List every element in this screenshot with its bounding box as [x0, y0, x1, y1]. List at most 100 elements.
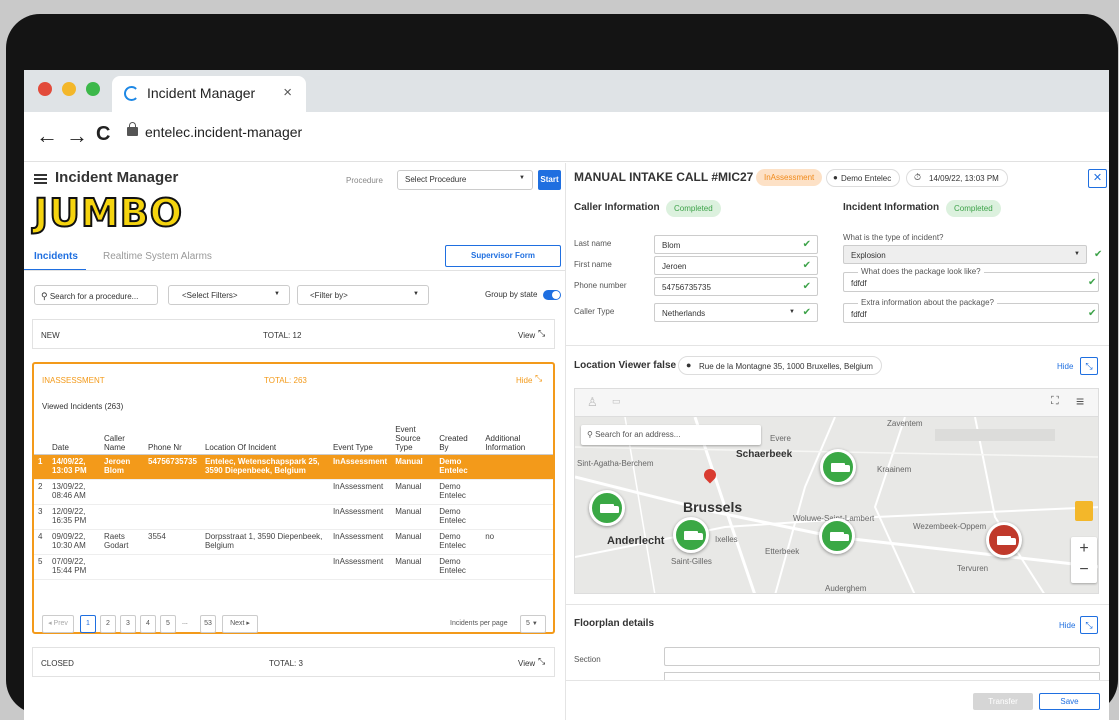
package-field[interactable]: What does the package look like? fdfdf — [843, 267, 1099, 292]
page-button[interactable]: 3 — [120, 615, 136, 633]
procedure-select[interactable]: Select Procedure ▼ — [397, 170, 533, 190]
table-row[interactable]: 1 14/09/22, 13:03 PM Jeroen Blom 5475673573… — [34, 454, 553, 480]
collapse-icon[interactable]: ⤡ — [1080, 616, 1098, 634]
call-title: MANUAL INTAKE CALL #MIC27 — [574, 170, 754, 184]
per-page-select[interactable]: 5 ▼ — [520, 615, 546, 633]
table-cell — [481, 479, 553, 505]
section-closed-view[interactable]: View — [518, 659, 535, 668]
ambulance-marker-icon[interactable] — [589, 490, 625, 526]
section-inassessment-hide[interactable]: Hide — [516, 376, 532, 385]
section-new-view[interactable]: View — [518, 331, 535, 340]
expand-icon[interactable]: ⤡ — [538, 656, 545, 667]
zoom-in-button[interactable]: + — [1071, 537, 1097, 560]
caller-field-input[interactable]: Blom ✔ — [654, 235, 818, 254]
section-new-label: NEW — [41, 331, 60, 340]
filter-by-dropdown[interactable]: <Filter by> ▼ — [297, 285, 429, 305]
table-cell: 14/09/22, 13:03 PM — [48, 454, 100, 480]
save-button[interactable]: Save — [1039, 693, 1100, 710]
place-label: Etterbeek — [765, 547, 800, 556]
caller-field-input[interactable]: Netherlands ▼ ✔ — [654, 303, 818, 322]
page-button[interactable]: 5 — [160, 615, 176, 633]
url-text[interactable]: entelec.incident-manager — [145, 124, 302, 140]
ambulance-marker-icon[interactable] — [673, 517, 709, 553]
close-panel-button[interactable]: ✕ — [1088, 169, 1107, 188]
col-header[interactable]: Date — [48, 416, 100, 455]
zoom-out-button[interactable]: − — [1071, 560, 1097, 583]
table-cell — [481, 454, 553, 480]
next-page-button[interactable]: Next ▸ — [222, 615, 258, 633]
tab-title: Incident Manager — [147, 85, 256, 101]
col-header[interactable]: Phone Nr — [144, 416, 201, 455]
expand-icon[interactable]: ⤡ — [538, 328, 545, 339]
page-button[interactable]: 2 — [100, 615, 116, 633]
search-input[interactable]: ⚲ Search for a procedure... — [34, 285, 158, 305]
section-input[interactable] — [664, 647, 1100, 666]
package-value: fdfdf — [851, 279, 867, 288]
table-cell — [144, 504, 201, 530]
page-button[interactable]: 4 — [140, 615, 156, 633]
browser-tab[interactable]: Incident Manager × — [112, 76, 306, 112]
section-inassessment: INASSESSMENT TOTAL: 263 Hide ⤡ Viewed In… — [32, 362, 555, 634]
map-search-input[interactable]: ⚲ Search for an address... — [581, 425, 761, 445]
place-label: Auderghem — [825, 584, 867, 593]
page-button[interactable]: 53 — [200, 615, 216, 633]
map[interactable]: ♙ ▭ ⛶ ≡ ⚲ Search for an address... Schae… — [574, 388, 1099, 594]
collapse-icon[interactable]: ⤡ — [1080, 357, 1098, 375]
select-filters-dropdown[interactable]: <Select Filters> ▼ — [168, 285, 290, 305]
caller-field-input[interactable]: 54756735735 ✔ — [654, 277, 818, 296]
reload-icon[interactable]: C — [96, 123, 110, 146]
maximize-window-dot[interactable] — [86, 82, 100, 96]
forward-arrow-icon[interactable]: → — [66, 123, 88, 149]
group-by-state-toggle[interactable] — [543, 290, 561, 300]
table-row[interactable]: 4 09/09/22, 10:30 AM Raets Godart 3554 Dorps… — [34, 529, 553, 555]
table-row[interactable]: 2 13/09/22, 08:46 AM InAssessment Manual Dem… — [34, 479, 553, 505]
map-search-placeholder: Search for an address... — [595, 430, 681, 439]
table-cell: Demo Entelec — [435, 504, 482, 530]
tab-incidents[interactable]: Incidents — [34, 251, 78, 262]
ambulance-marker-icon[interactable] — [819, 518, 855, 554]
table-cell: Manual — [391, 529, 436, 555]
ambulance-marker-icon[interactable] — [986, 522, 1022, 558]
close-window-dot[interactable] — [38, 82, 52, 96]
table-cell: Dorpsstraat 1, 3590 Diepenbeek, Belgium — [200, 529, 329, 555]
location-hide[interactable]: Hide — [1057, 362, 1073, 371]
floorplan-hide[interactable]: Hide — [1059, 621, 1075, 630]
prev-page-button[interactable]: ◂ Prev — [42, 615, 74, 633]
table-cell: Manual — [391, 554, 436, 580]
hamburger-icon[interactable]: ≡ — [1076, 393, 1084, 409]
divider — [566, 345, 1109, 346]
col-header[interactable]: Location Of Incident — [200, 416, 329, 455]
start-button[interactable]: Start — [538, 170, 561, 190]
place-label: Wezembeek-Oppem — [913, 522, 987, 531]
tab-close-icon[interactable]: × — [283, 84, 292, 101]
minimize-window-dot[interactable] — [62, 82, 76, 96]
per-page-label: Incidents per page — [450, 620, 508, 627]
place-label: Schaerbeek — [736, 449, 793, 460]
page-button[interactable]: 1 — [80, 615, 96, 633]
col-header[interactable]: Event Type — [328, 416, 392, 455]
clock-icon: ⏱ — [914, 172, 922, 182]
table-row[interactable]: 3 12/09/22, 16:35 PM InAssessment Manual Dem… — [34, 504, 553, 530]
col-header[interactable]: Additional Information — [481, 416, 553, 455]
address-chip[interactable]: ● Rue de la Montagne 35, 1000 Bruxelles, … — [678, 356, 882, 375]
incident-heading: Incident Information — [843, 202, 940, 213]
table-cell — [481, 554, 553, 580]
ambulance-marker-icon[interactable] — [820, 449, 856, 485]
table-row[interactable]: 5 07/09/22, 15:44 PM InAssessment Manual Dem… — [34, 554, 553, 580]
time-badge: ⏱ 14/09/22, 13:03 PM — [906, 169, 1008, 187]
tab-alarms[interactable]: Realtime System Alarms — [103, 251, 212, 262]
fullscreen-icon[interactable]: ⛶ — [1051, 395, 1059, 408]
col-header[interactable]: Caller Name — [100, 416, 144, 455]
collapse-icon[interactable]: ⤡ — [535, 373, 542, 384]
menu-icon[interactable] — [34, 174, 47, 184]
section-input-2[interactable] — [664, 672, 1100, 680]
col-header[interactable]: Event Source Type — [391, 416, 436, 455]
incident-type-select[interactable]: Explosion ▼ — [843, 245, 1087, 264]
extra-info-field[interactable]: Extra information about the package? fdfd… — [843, 298, 1099, 323]
back-arrow-icon[interactable]: ← — [36, 123, 58, 149]
col-header[interactable]: Created By — [435, 416, 482, 455]
supervisor-form-button[interactable]: Supervisor Form — [445, 245, 561, 267]
pegman-icon[interactable] — [1075, 501, 1093, 521]
transfer-button[interactable]: Transfer — [973, 693, 1033, 710]
caller-field-input[interactable]: Jeroen ✔ — [654, 256, 818, 275]
